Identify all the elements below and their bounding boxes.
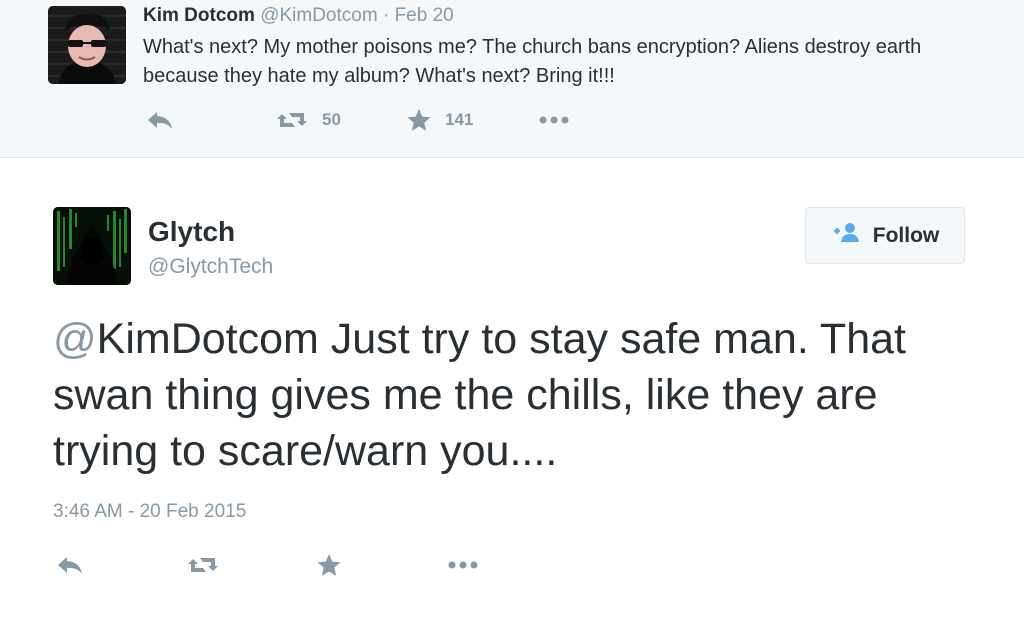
more-dots-icon — [537, 108, 571, 132]
reply-button[interactable] — [55, 553, 85, 577]
reply-icon — [55, 553, 85, 577]
more-dots-icon — [446, 553, 480, 577]
add-user-icon — [831, 221, 863, 250]
parent-author-handle[interactable]: @KimDotcom — [260, 5, 377, 26]
tweet-text: @KimDotcom Just try to stay safe man. Th… — [53, 311, 953, 479]
tweet-timestamp[interactable]: 3:46 AM - 20 Feb 2015 — [53, 501, 246, 523]
parent-tweet: Kim Dotcom @KimDotcom · Feb 20 What's ne… — [0, 0, 1024, 158]
parent-tweet-date[interactable]: Feb 20 — [395, 5, 454, 26]
star-icon — [406, 108, 432, 132]
parent-retweet-button[interactable]: 50 — [275, 108, 341, 132]
retweet-icon — [275, 108, 309, 132]
parent-favorite-count: 141 — [445, 110, 474, 129]
main-tweet-actions — [53, 553, 653, 583]
parent-author-name[interactable]: Kim Dotcom — [143, 5, 255, 26]
more-button[interactable] — [446, 553, 480, 577]
main-tweet: Glytch @GlytchTech Follow @KimDotcom Jus… — [0, 158, 1024, 618]
avatar-glytch[interactable] — [53, 207, 131, 285]
mention-at: @ — [53, 315, 97, 363]
retweet-icon — [186, 553, 220, 577]
parent-retweet-count: 50 — [322, 110, 341, 129]
parent-reply-button[interactable] — [145, 108, 175, 132]
parent-favorite-button[interactable]: 141 — [406, 108, 473, 132]
parent-tweet-text: What's next? My mother poisons me? The c… — [143, 36, 922, 87]
parent-more-button[interactable] — [537, 108, 571, 132]
author-handle[interactable]: @GlytchTech — [148, 255, 273, 279]
follow-button[interactable]: Follow — [805, 207, 965, 264]
favorite-button[interactable] — [316, 553, 342, 577]
parent-tweet-header: Kim Dotcom @KimDotcom · Feb 20 — [143, 5, 454, 27]
avatar-kim-dotcom[interactable] — [48, 6, 126, 84]
parent-separator: · — [382, 5, 390, 26]
mention-name: KimDotcom — [96, 315, 319, 363]
mention-link[interactable]: @KimDotcom — [53, 315, 319, 363]
reply-icon — [145, 108, 175, 132]
follow-label: Follow — [872, 223, 940, 247]
retweet-button[interactable] — [186, 553, 220, 577]
star-icon — [316, 553, 342, 577]
author-name[interactable]: Glytch — [148, 216, 235, 248]
parent-tweet-actions: 50 141 — [143, 108, 743, 138]
